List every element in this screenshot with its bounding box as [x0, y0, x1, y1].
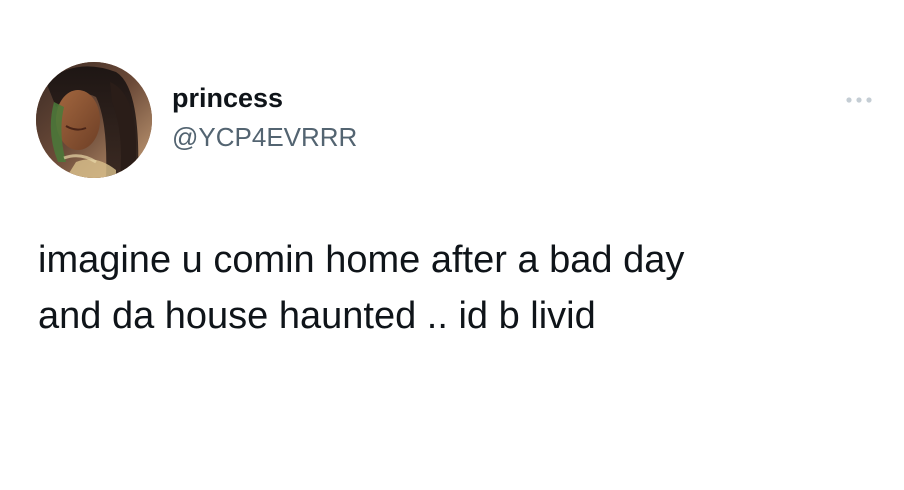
avatar[interactable] — [36, 62, 152, 178]
user-handle[interactable]: @YCP4EVRRR — [172, 122, 357, 153]
display-name[interactable]: princess — [172, 82, 283, 114]
more-dots-icon — [846, 97, 872, 103]
tweet-card: princess @YCP4EVRRR imagine u comin home… — [0, 0, 904, 490]
avatar-photo — [36, 62, 152, 178]
more-options-button[interactable] — [838, 88, 880, 112]
tweet-text: imagine u comin home after a bad day and… — [38, 239, 685, 337]
